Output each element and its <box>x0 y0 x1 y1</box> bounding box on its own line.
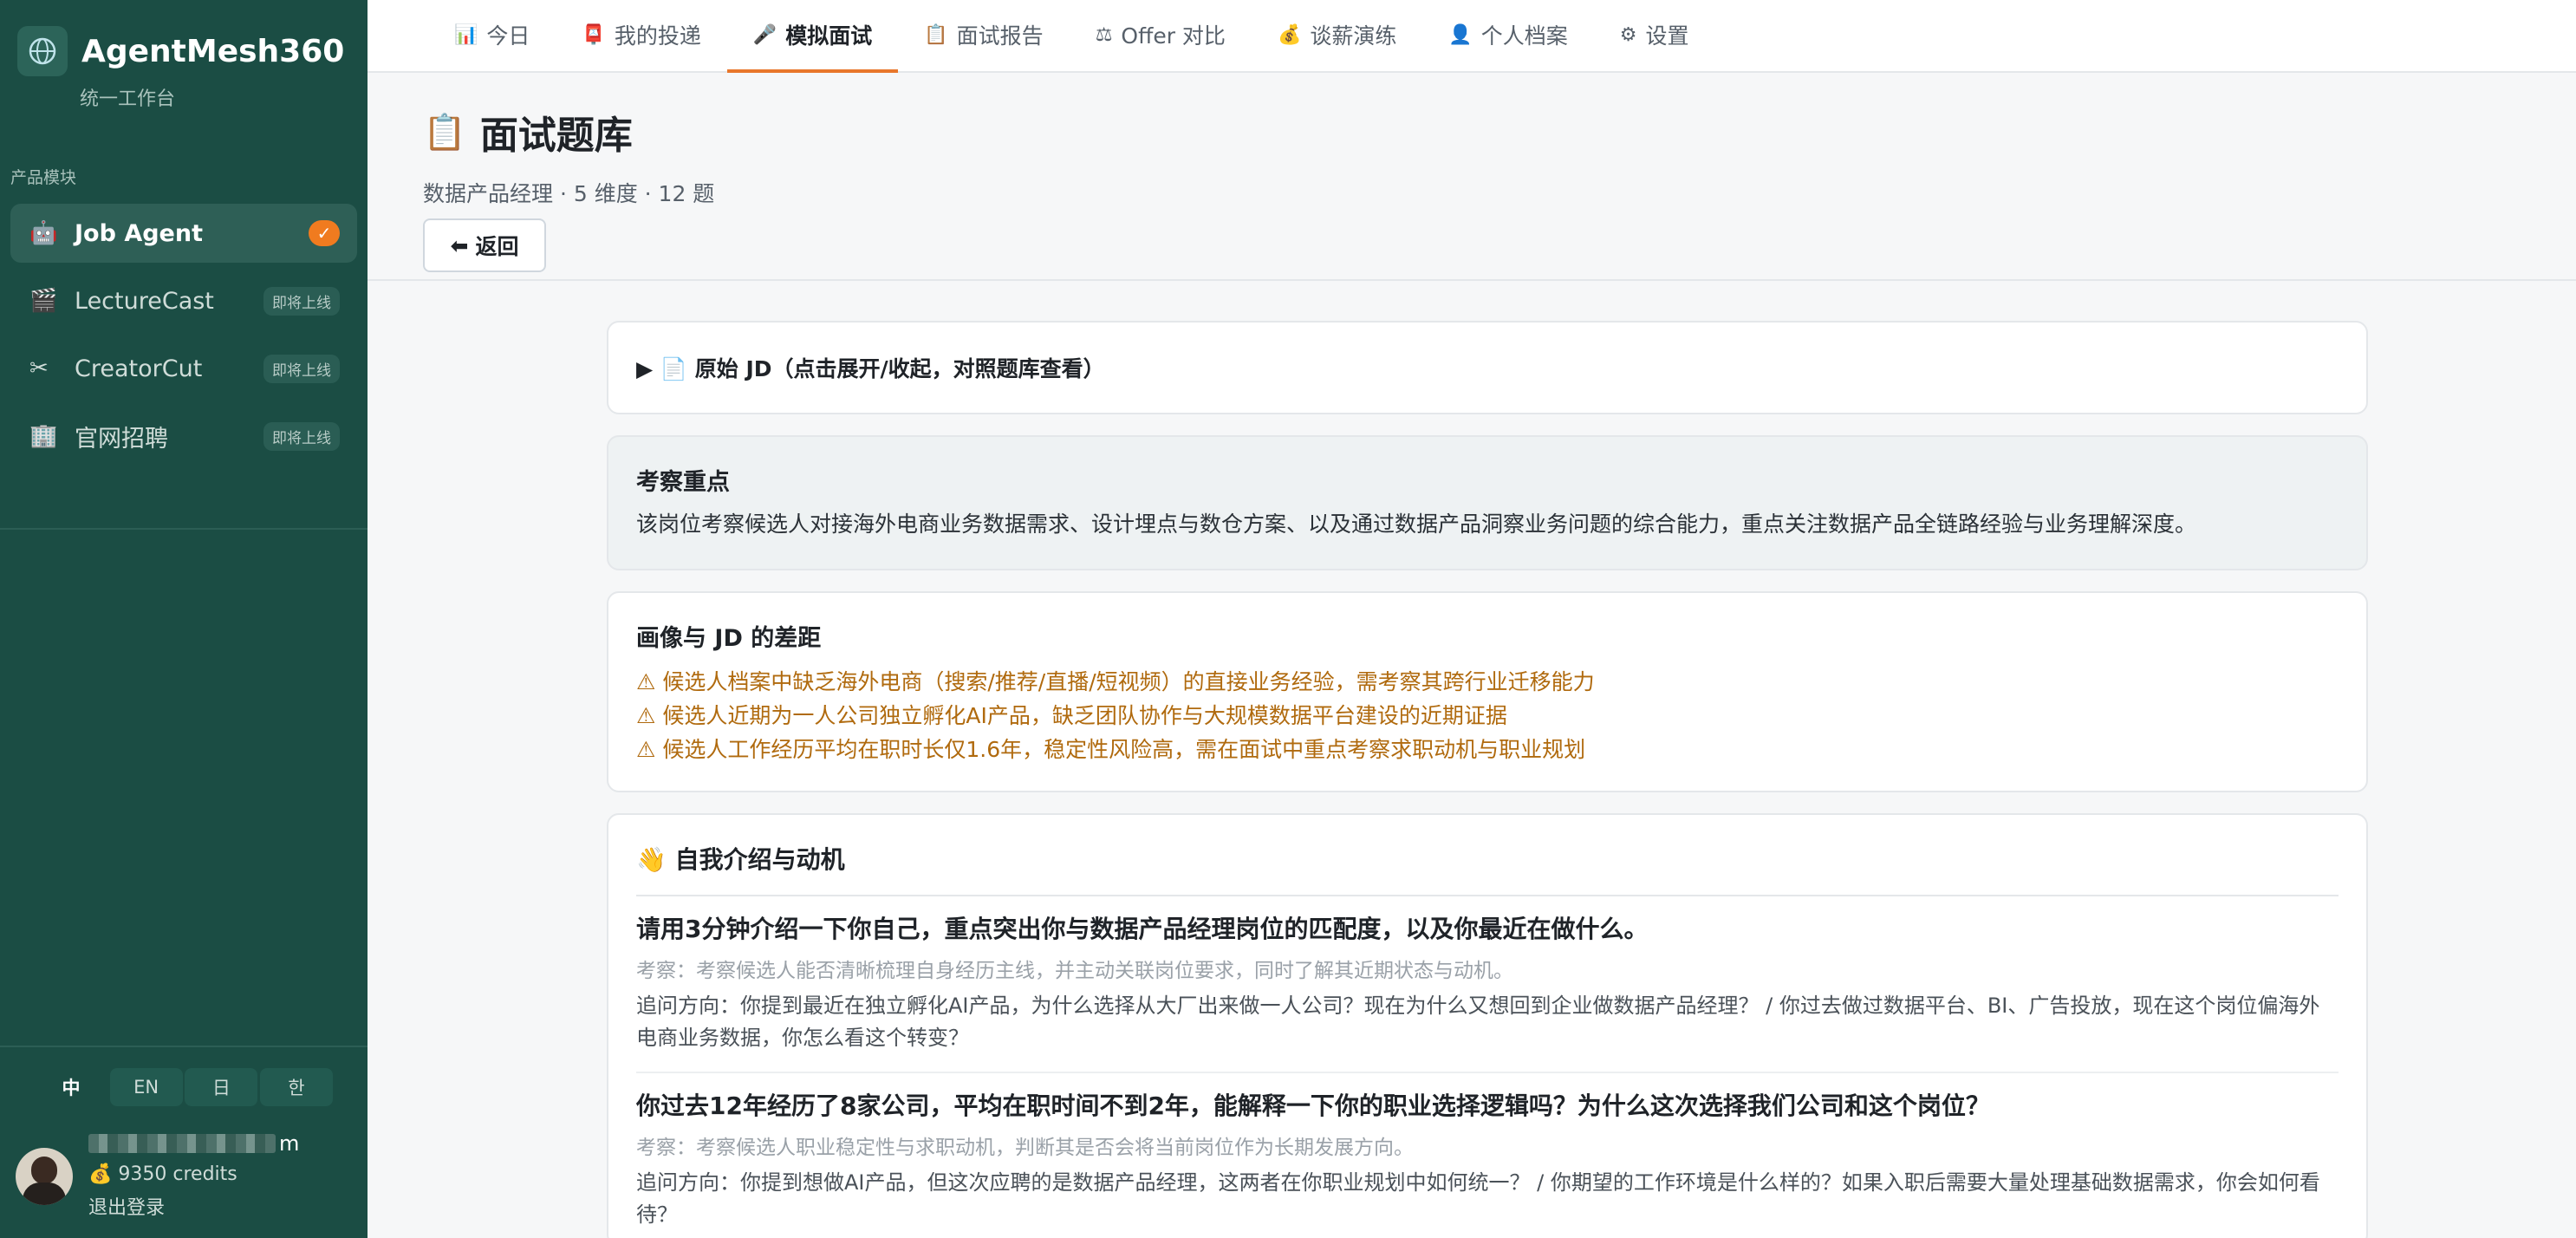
user-email: m <box>88 1130 299 1157</box>
focus-text: 该岗位考察候选人对接海外电商业务数据需求、设计埋点与数仓方案、以及通过数据产品洞… <box>636 511 2197 537</box>
question-purpose: 考察：考察候选人能否清晰梳理自身经历主线，并主动关联岗位要求，同时了解其近期状态… <box>636 960 1513 982</box>
credits-display: 💰 9350 credits <box>88 1163 237 1185</box>
page-header: 📋 面试题库 数据产品经理 · 5 维度 · 12 题 ⬅ 返回 <box>368 75 2576 281</box>
tab-interview-report[interactable]: 📋 面试报告 <box>898 0 1069 71</box>
arrow-left-icon: ⬅ <box>450 232 469 258</box>
globe-icon <box>17 26 68 76</box>
page-title: 📋 面试题库 <box>423 112 633 159</box>
gap-item: ⚠ 候选人档案中缺乏海外电商（搜索/推荐/直播/短视频）的直接业务经验，需考察其… <box>636 669 1595 694</box>
question-purpose: 考察：考察候选人职业稳定性与求职动机，判断其是否会将当前岗位作为长期发展方向。 <box>636 1137 1414 1159</box>
redacted-email <box>88 1134 276 1153</box>
person-icon: 👤 <box>1448 23 1473 46</box>
coin-icon: 💰 <box>88 1163 113 1185</box>
question-text: 你过去12年经历了8家公司，平均在职时间不到2年，能解释一下你的职业选择逻辑吗？… <box>636 1091 1990 1120</box>
gap-card: 画像与 JD 的差距 ⚠ 候选人档案中缺乏海外电商（搜索/推荐/直播/短视频）的… <box>607 591 2368 792</box>
sidebar-nav: 🤖 Job Agent ✓ 🎬 LectureCast 即将上线 ✂ Creat… <box>0 204 368 474</box>
report-icon: 📋 <box>924 23 948 46</box>
sidebar-item-lecturecast[interactable]: 🎬 LectureCast 即将上线 <box>10 271 357 330</box>
question-item: 请用3分钟介绍一下你自己，重点突出你与数据产品经理岗位的匹配度，以及你最近在做什… <box>636 896 2339 1073</box>
clipboard-icon: 📋 <box>423 112 466 153</box>
lang-ja-button[interactable]: 日 <box>185 1068 258 1106</box>
lang-en-button[interactable]: EN <box>109 1068 183 1106</box>
sidebar-item-official-recruit[interactable]: 🏢 官网招聘 即将上线 <box>10 407 357 466</box>
gap-title: 画像与 JD 的差距 <box>636 625 822 652</box>
sidebar-item-label: CreatorCut <box>75 355 203 382</box>
focus-card: 考察重点 该岗位考察候选人对接海外电商业务数据需求、设计埋点与数仓方案、以及通过… <box>607 435 2368 570</box>
scissors-icon: ✂ <box>29 355 49 381</box>
chart-icon: 📊 <box>454 23 478 46</box>
lang-zh-button[interactable]: 中 <box>35 1068 107 1106</box>
sidebar-item-job-agent[interactable]: 🤖 Job Agent ✓ <box>10 204 357 263</box>
check-icon: ✓ <box>309 220 340 246</box>
sidebar-item-creatorcut[interactable]: ✂ CreatorCut 即将上线 <box>10 339 357 398</box>
language-switcher: 中 EN 日 한 <box>0 1068 368 1106</box>
user-panel: m 💰 9350 credits 退出登录 <box>0 1106 368 1220</box>
tab-my-applications[interactable]: 📮 我的投递 <box>556 0 726 71</box>
question-text: 请用3分钟介绍一下你自己，重点突出你与数据产品经理岗位的匹配度，以及你最近在做什… <box>636 915 1649 943</box>
sidebar-item-label: LectureCast <box>75 287 214 315</box>
coming-soon-badge: 即将上线 <box>263 354 340 383</box>
gap-item: ⚠ 候选人近期为一人公司独立孵化AI产品，缺乏团队协作与大规模数据平台建设的近期… <box>636 703 1507 728</box>
brand-title: AgentMesh360 <box>81 33 345 69</box>
robot-icon: 🤖 <box>29 220 58 246</box>
gap-item: ⚠ 候选人工作经历平均在职时长仅1.6年，稳定性风险高，需在面试中重点考察求职动… <box>636 737 1586 762</box>
lang-ko-button[interactable]: 한 <box>259 1068 333 1106</box>
sidebar-footer: 中 EN 日 한 m 💰 9350 credits 退出登录 <box>0 1046 368 1238</box>
sidebar: AgentMesh360 统一工作台 产品模块 🤖 Job Agent ✓ 🎬 … <box>0 0 368 1238</box>
brand-subtitle: 统一工作台 <box>80 88 176 110</box>
sidebar-item-label: Job Agent <box>75 219 203 247</box>
question-item: 你过去12年经历了8家公司，平均在职时间不到2年，能解释一下你的职业选择逻辑吗？… <box>636 1073 2339 1238</box>
money-bag-icon: 💰 <box>1277 23 1302 46</box>
microphone-icon: 🎤 <box>752 23 777 46</box>
logout-link[interactable]: 退出登录 <box>88 1192 299 1220</box>
sidebar-item-label: 官网招聘 <box>75 425 168 453</box>
brand: AgentMesh360 <box>0 0 368 78</box>
dimension-card: 👋 自我介绍与动机 请用3分钟介绍一下你自己，重点突出你与数据产品经理岗位的匹配… <box>607 813 2368 1238</box>
coming-soon-badge: 即将上线 <box>263 286 340 316</box>
tab-salary-negotiation[interactable]: 💰 谈薪演练 <box>1252 0 1422 71</box>
building-icon: 🏢 <box>29 423 58 449</box>
tab-mock-interview[interactable]: 🎤 模拟面试 <box>726 0 899 73</box>
section-label: 产品模块 <box>10 168 77 187</box>
gear-icon: ⚙ <box>1619 23 1637 46</box>
question-followup: 追问方向：你提到想做AI产品，但这次应聘的是数据产品经理，这两者在你职业规划中如… <box>636 1170 2320 1227</box>
dimension-title: 👋 自我介绍与动机 <box>636 841 2339 896</box>
clapper-icon: 🎬 <box>29 288 58 314</box>
top-nav: 📊 今日 📮 我的投递 🎤 模拟面试 📋 面试报告 ⚖ Offer 对比 💰 谈薪演练 👤 个… <box>368 0 2576 73</box>
jd-toggle[interactable]: ▶ 📄 原始 JD（点击展开/收起，对照题库查看） <box>607 321 2368 414</box>
coming-soon-badge: 即将上线 <box>263 421 340 451</box>
tab-profile[interactable]: 👤 个人档案 <box>1422 0 1593 71</box>
mailbox-icon: 📮 <box>582 23 606 46</box>
focus-title: 考察重点 <box>636 469 730 496</box>
tab-today[interactable]: 📊 今日 <box>428 0 556 71</box>
divider <box>0 528 368 530</box>
avatar <box>16 1148 73 1205</box>
scale-icon: ⚖ <box>1095 23 1113 46</box>
back-button[interactable]: ⬅ 返回 <box>423 218 546 272</box>
page-meta: 数据产品经理 · 5 维度 · 12 题 <box>423 181 715 206</box>
tab-offer-compare[interactable]: ⚖ Offer 对比 <box>1070 0 1252 71</box>
question-followup: 追问方向：你提到最近在独立孵化AI产品，为什么选择从大厂出来做一人公司？现在为什… <box>636 994 2320 1050</box>
tab-settings[interactable]: ⚙ 设置 <box>1594 0 1715 71</box>
main-content: ▶ 📄 原始 JD（点击展开/收起，对照题库查看） 考察重点 该岗位考察候选人对… <box>607 321 2368 1238</box>
